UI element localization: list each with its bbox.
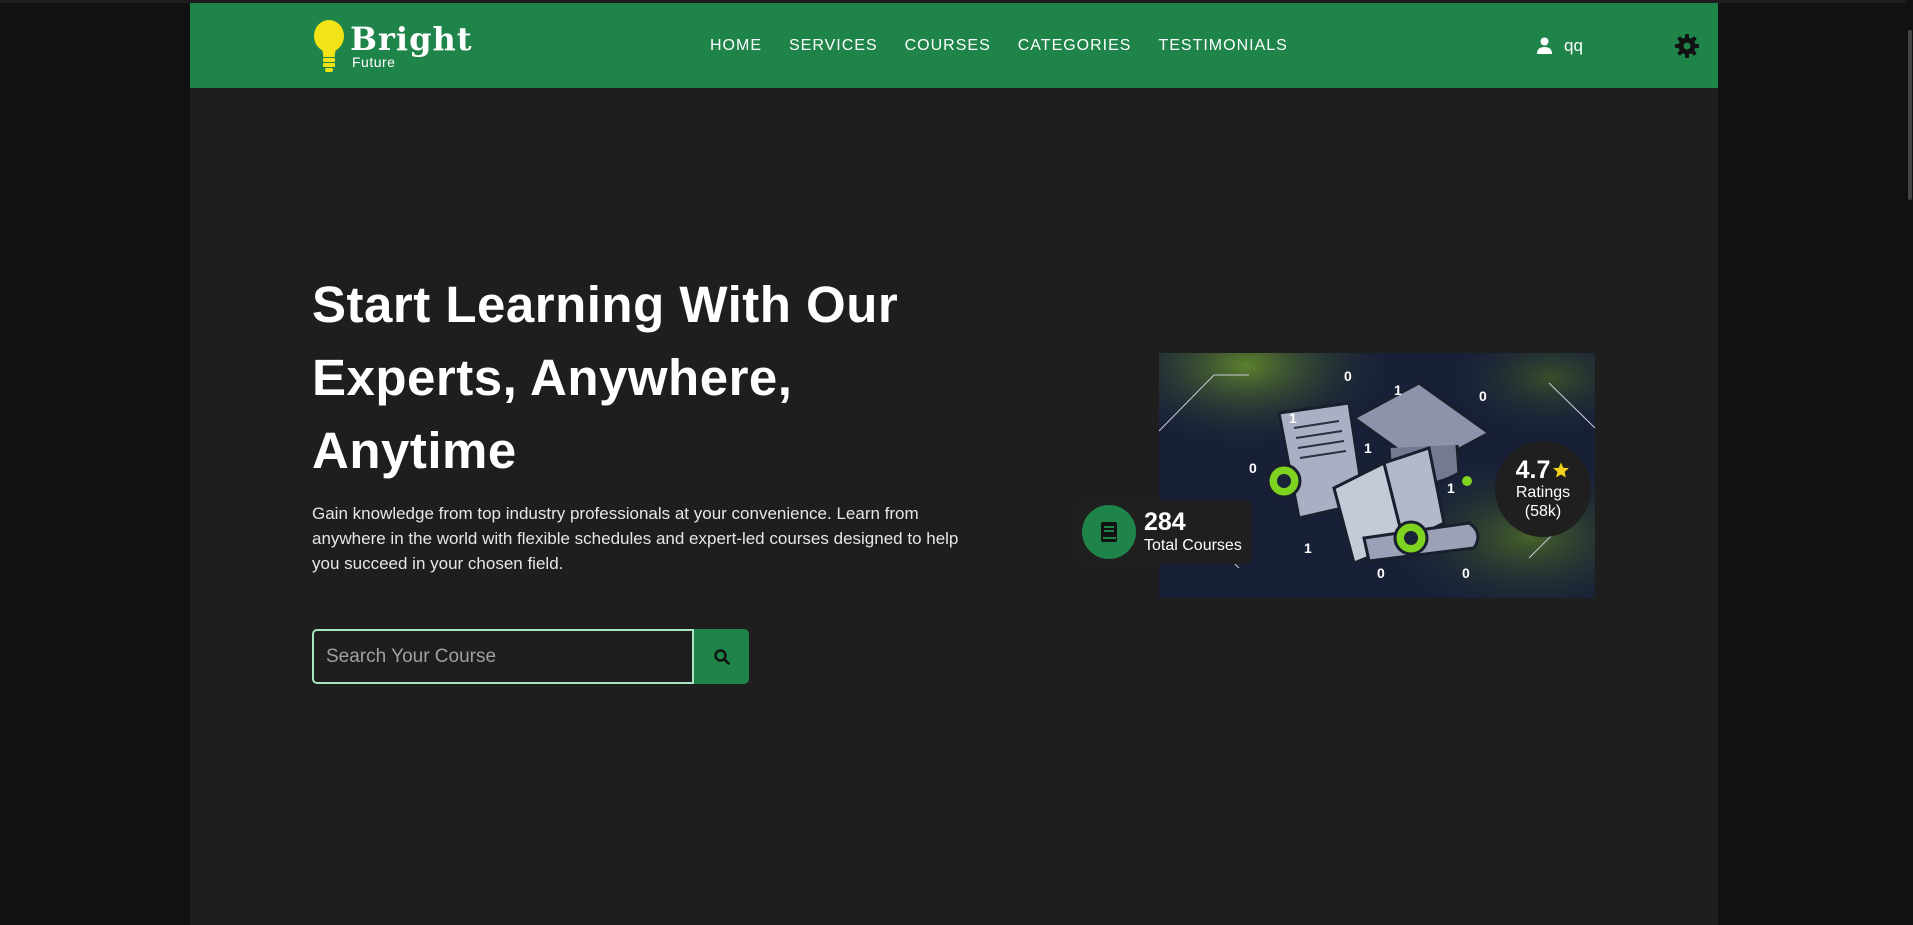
rating-label: Ratings (1515, 484, 1571, 501)
svg-text:1: 1 (1394, 382, 1402, 398)
gear-icon[interactable] (1674, 33, 1700, 59)
nav-courses[interactable]: COURSES (905, 37, 991, 55)
scrollbar-thumb[interactable] (1908, 30, 1912, 200)
nav-services[interactable]: SERVICES (789, 37, 878, 55)
svg-text:0: 0 (1249, 460, 1257, 476)
rating-value: 4.7 (1515, 456, 1551, 484)
courses-icon-circle (1082, 505, 1136, 559)
rating-badge: 4.7 Ratings (58k) (1495, 441, 1591, 537)
total-courses-card: 284 Total Courses (1074, 500, 1252, 564)
site-header: Bright Future HOME SERVICES COURSES CATE… (190, 3, 1718, 88)
total-courses-count: 284 (1144, 508, 1186, 536)
lightbulb-icon (314, 20, 344, 72)
total-courses-label: Total Courses (1144, 537, 1242, 554)
user-icon (1537, 37, 1552, 54)
user-name: qq (1564, 35, 1583, 55)
search-icon (713, 648, 730, 665)
brand-logo[interactable]: Bright Future (312, 19, 472, 73)
svg-text:0: 0 (1377, 565, 1385, 581)
book-icon (1101, 522, 1117, 542)
nav-categories[interactable]: CATEGORIES (1018, 37, 1132, 55)
course-search (312, 629, 749, 684)
svg-text:1: 1 (1304, 540, 1312, 556)
svg-text:1: 1 (1289, 410, 1297, 426)
svg-text:0: 0 (1462, 565, 1470, 581)
nav-testimonials[interactable]: TESTIMONIALS (1158, 37, 1287, 55)
nav-home[interactable]: HOME (710, 37, 762, 55)
svg-text:0: 0 (1344, 368, 1352, 384)
search-input[interactable] (312, 629, 694, 684)
svg-text:1: 1 (1364, 440, 1372, 456)
star-icon (1553, 462, 1570, 478)
page-container: Bright Future HOME SERVICES COURSES CATE… (190, 0, 1718, 925)
svg-text:0: 0 (1479, 388, 1487, 404)
rating-count: (58k) (1524, 503, 1562, 520)
svg-text:1: 1 (1447, 480, 1455, 496)
hero-description: Gain knowledge from top industry profess… (312, 504, 959, 573)
search-button[interactable] (694, 629, 749, 684)
brand-name: Bright (350, 20, 473, 58)
user-menu[interactable]: qq (1537, 3, 1583, 88)
hero-title: Start Learning With Our Experts, Anywher… (312, 276, 899, 479)
main-nav: HOME SERVICES COURSES CATEGORIES TESTIMO… (710, 3, 1315, 88)
brand-tagline: Future (352, 54, 396, 70)
